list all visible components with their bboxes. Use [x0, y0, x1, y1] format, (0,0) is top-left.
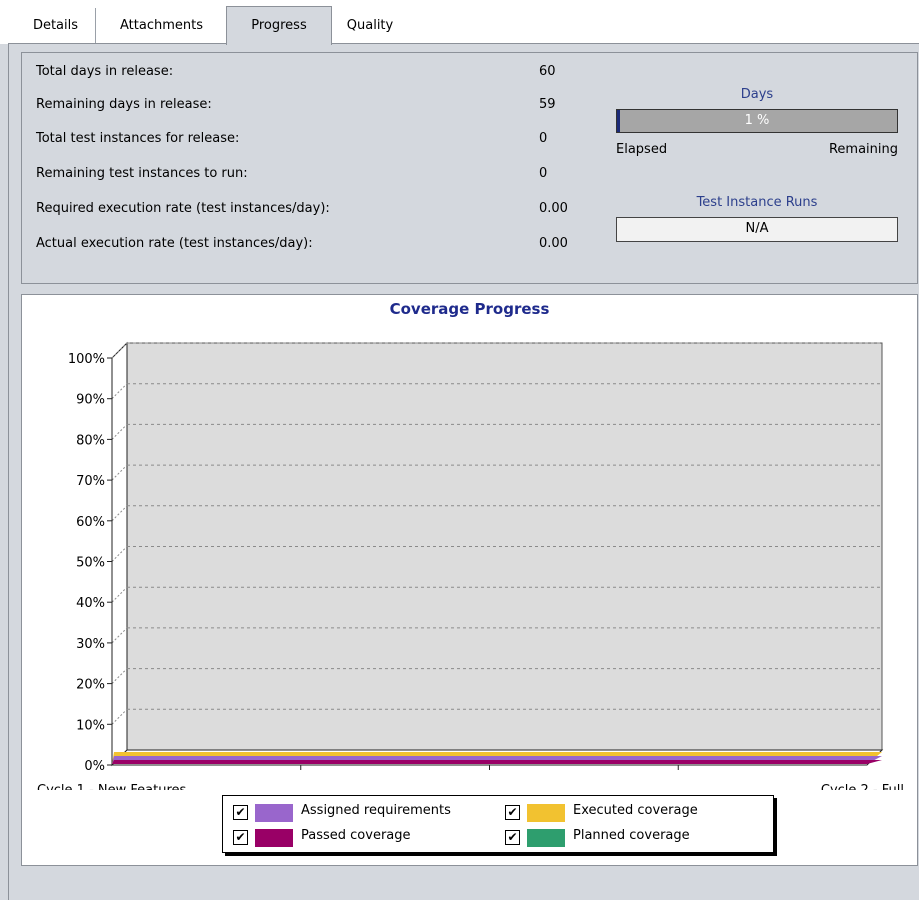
legend-checkbox-assigned-requirements[interactable]: ✔ [233, 805, 248, 820]
y-tick-label: 60% [76, 515, 105, 530]
coverage-chart-panel: Coverage Progress 0% 10% 20% 30% 40% 50% 60% 70… [21, 294, 918, 866]
tab-bar: Details Attachments Progress Quality [0, 0, 919, 45]
y-tick-label: 100% [68, 352, 105, 367]
tab-details[interactable]: Details [16, 8, 96, 43]
x-tick-label: Cycle 2 - Full [821, 783, 904, 790]
days-progress-text: 1 % [744, 113, 770, 128]
legend-swatch-executed-coverage [527, 804, 565, 822]
y-tick-label: 90% [76, 393, 105, 408]
stat-value-remaining-test-instances: 0 [539, 166, 548, 181]
stat-label-actual-rate: Actual execution rate (test instances/da… [36, 236, 313, 251]
test-instance-runs-bar: N/A [616, 217, 898, 242]
y-tick-label: 50% [76, 556, 105, 571]
tab-attachments[interactable]: Attachments [97, 8, 226, 43]
stat-label-remaining-days: Remaining days in release: [36, 97, 212, 112]
legend-label-passed-coverage: Passed coverage [301, 828, 411, 843]
chart-side-wall [111, 341, 128, 767]
legend-swatch-planned-coverage [527, 829, 565, 847]
coverage-chart: 0% 10% 20% 30% 40% 50% 60% 70% 80% 90% 100% Cycle 1… [37, 341, 904, 790]
legend-swatch-passed-coverage [255, 829, 293, 847]
stat-value-total-test-instances: 0 [539, 131, 548, 146]
y-tick-label: 10% [76, 718, 105, 733]
y-tick-label: 70% [76, 474, 105, 489]
x-tick-label: Cycle 1 - New Features [37, 783, 186, 790]
area-series-passed-coverage [112, 760, 882, 764]
days-gauge-title: Days [740, 87, 774, 102]
y-tick-label: 20% [76, 678, 105, 693]
y-tick-label: 40% [76, 596, 105, 611]
stat-label-remaining-test-instances: Remaining test instances to run: [36, 166, 248, 181]
test-instance-runs-title: Test Instance Runs [696, 195, 818, 210]
legend-label-assigned-requirements: Assigned requirements [301, 803, 451, 818]
y-tick-label: 0% [84, 759, 105, 774]
legend-checkbox-executed-coverage[interactable]: ✔ [505, 805, 520, 820]
stat-label-total-test-instances: Total test instances for release: [36, 131, 240, 146]
legend-label-planned-coverage: Planned coverage [573, 828, 690, 843]
stat-value-required-rate: 0.00 [539, 201, 568, 216]
chart-back-wall [126, 342, 883, 751]
legend-swatch-assigned-requirements [255, 804, 293, 822]
release-stats: Total days in release: 60 Remaining days… [21, 52, 918, 284]
progress-panel: Total days in release: 60 Remaining days… [8, 44, 919, 900]
remaining-label: Remaining [828, 142, 898, 157]
stat-value-remaining-days: 59 [539, 97, 556, 112]
stat-label-total-days: Total days in release: [36, 64, 174, 79]
stat-value-actual-rate: 0.00 [539, 236, 568, 251]
y-tick-label: 80% [76, 433, 105, 448]
tab-quality[interactable]: Quality [330, 8, 410, 43]
days-progress-bar: 1 % [616, 109, 898, 133]
tab-progress[interactable]: Progress [226, 6, 332, 45]
elapsed-label: Elapsed [616, 142, 668, 157]
stat-label-required-rate: Required execution rate (test instances/… [36, 201, 330, 216]
chart-legend: ✔ Assigned requirements ✔ Executed cover… [222, 795, 774, 853]
stat-value-total-days: 60 [539, 64, 556, 79]
legend-checkbox-passed-coverage[interactable]: ✔ [233, 830, 248, 845]
y-tick-label: 30% [76, 637, 105, 652]
legend-label-executed-coverage: Executed coverage [573, 803, 698, 818]
legend-checkbox-planned-coverage[interactable]: ✔ [505, 830, 520, 845]
